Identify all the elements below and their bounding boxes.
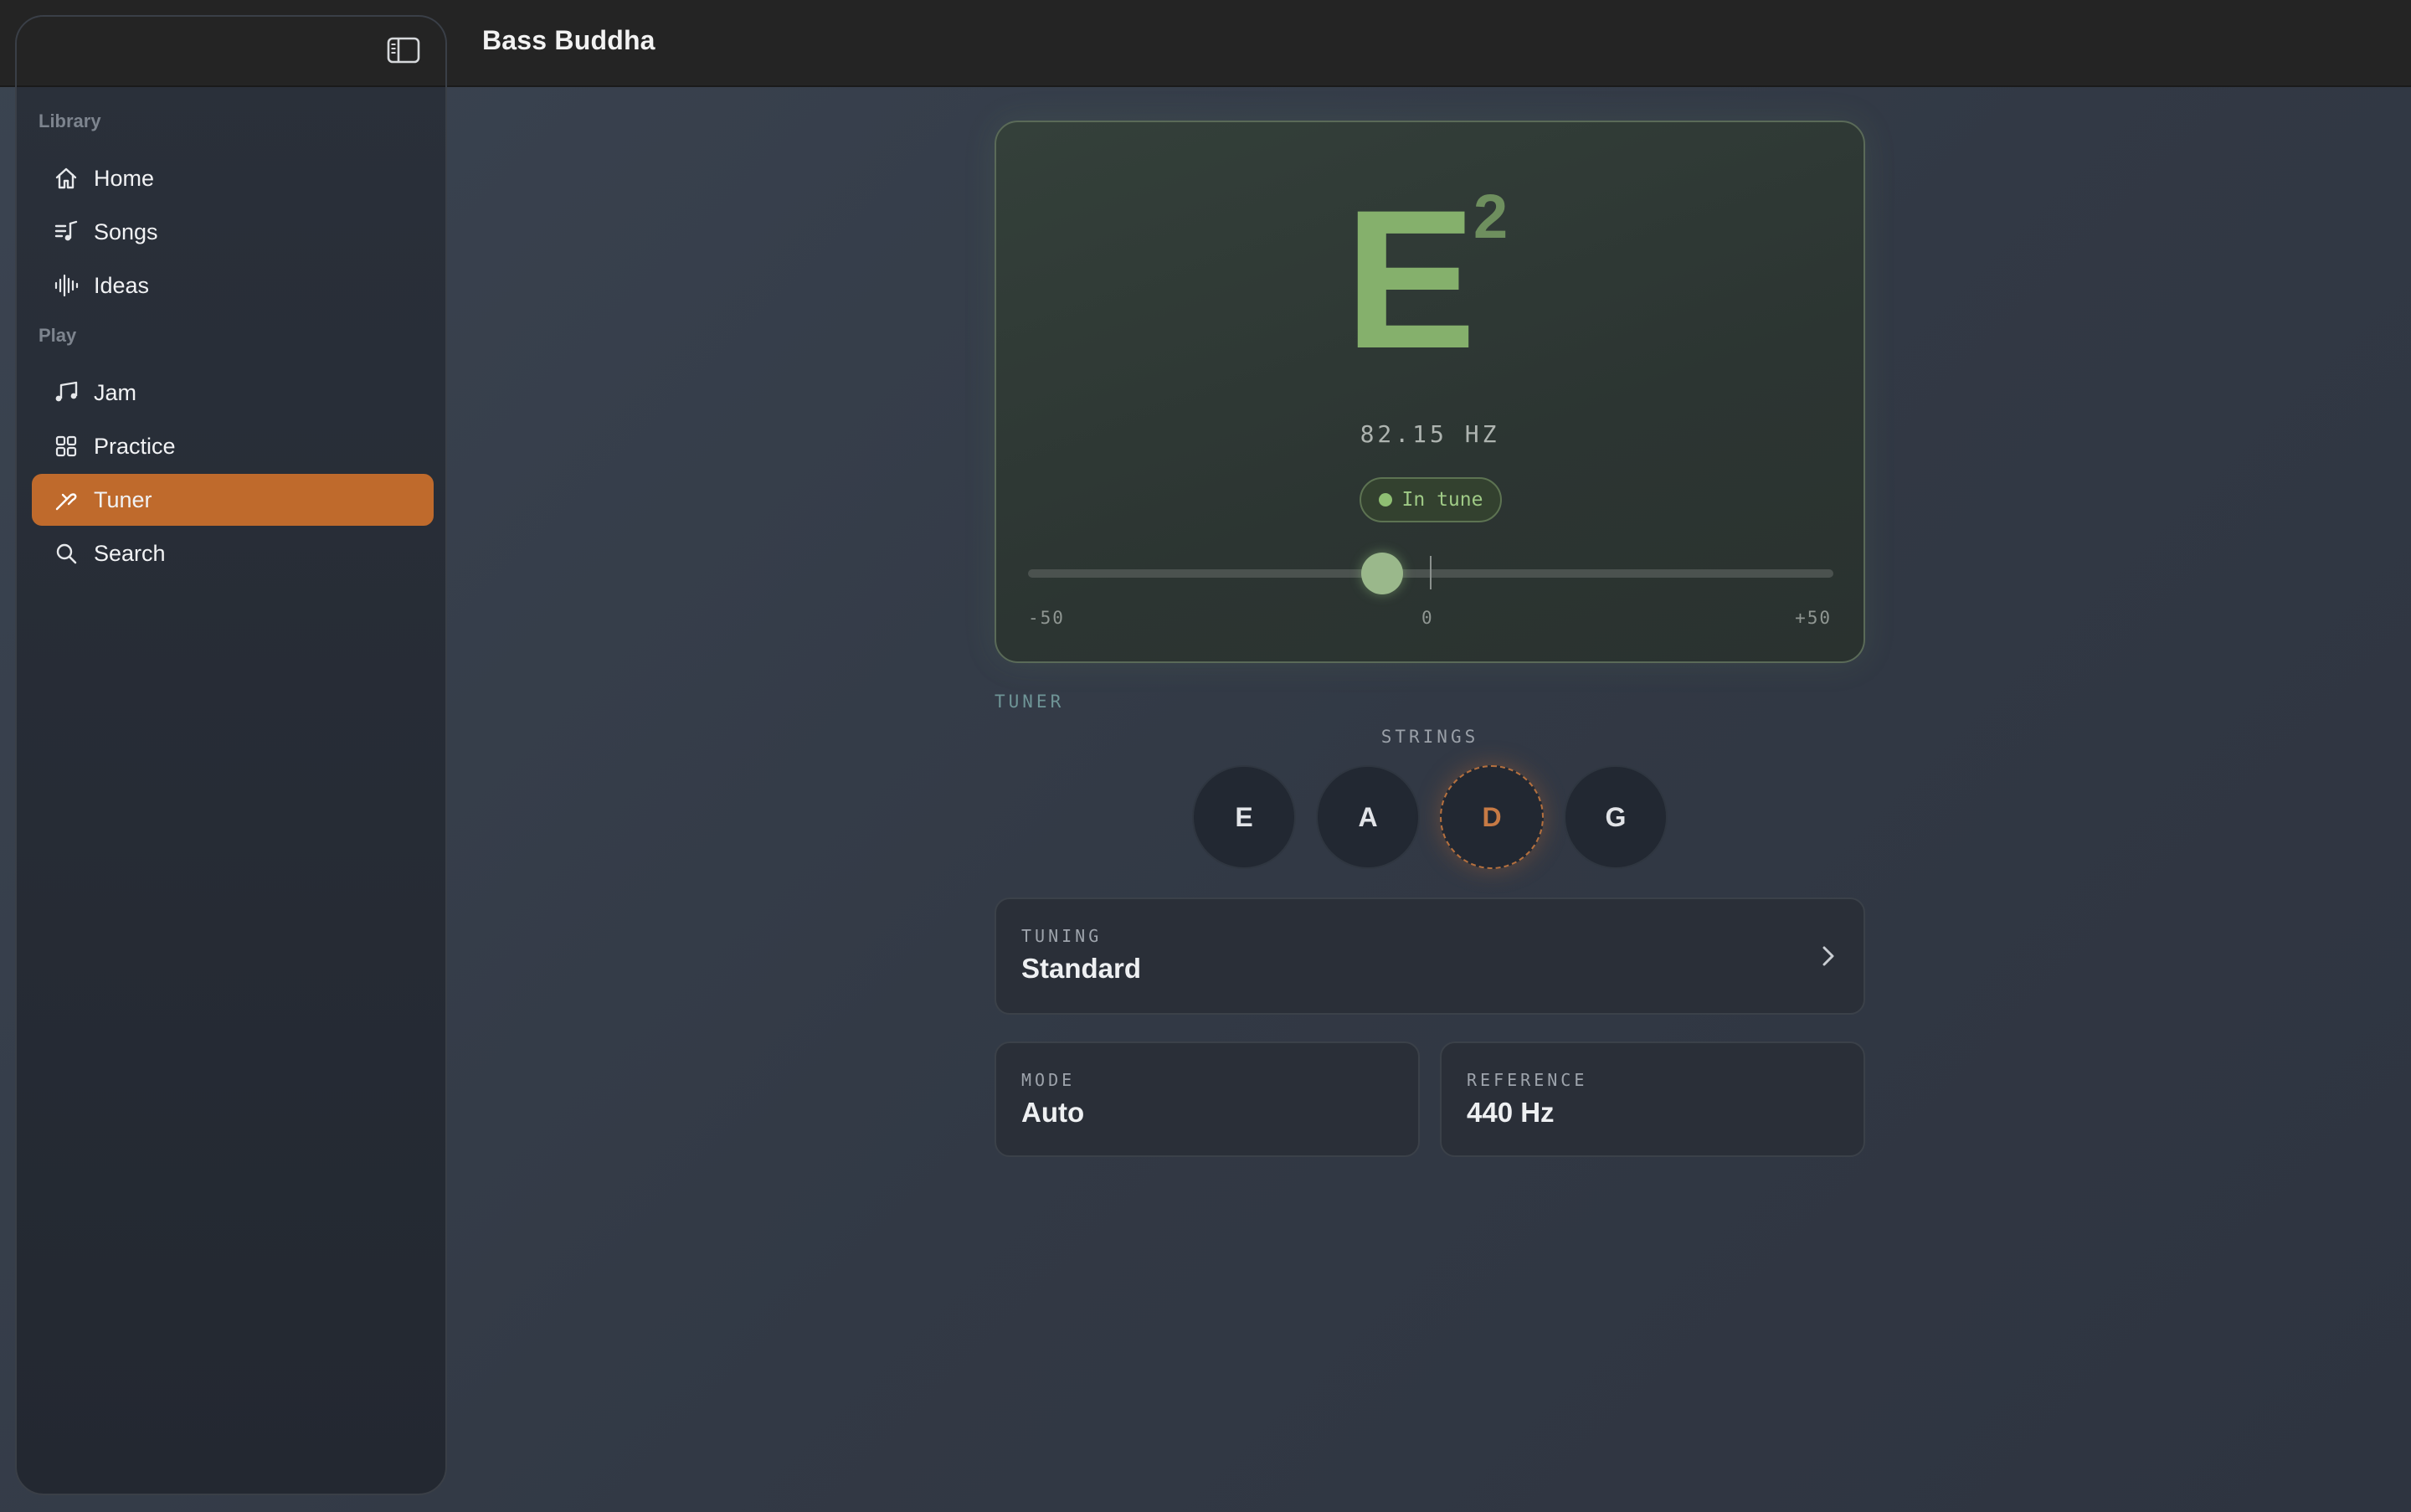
tuning-value: Standard <box>1021 953 1142 984</box>
sidebar-item-jam[interactable]: Jam <box>32 367 434 419</box>
section-label-play: Play <box>39 325 77 346</box>
detected-note: E <box>1344 169 1477 390</box>
sidebar-item-practice[interactable]: Practice <box>32 420 434 472</box>
strings-heading: STRINGS <box>1380 727 1479 747</box>
sidebar-item-label: Practice <box>94 433 176 459</box>
sidebar-item-home[interactable]: Home <box>32 152 434 204</box>
sidebar-item-label: Tuner <box>94 486 152 512</box>
tuner-display-card: E 2 82.15 HZ In tune -50 0 +50 <box>995 121 1865 663</box>
status-text: In tune <box>1401 489 1483 511</box>
string-button-e[interactable]: E <box>1192 765 1296 869</box>
music-notes-icon <box>52 378 80 407</box>
sidebar-item-label: Jam <box>94 379 137 405</box>
home-icon <box>52 164 80 193</box>
meter-min-label: -50 <box>1028 608 1065 628</box>
sidebar-toggle-button[interactable] <box>383 32 424 69</box>
string-button-g[interactable]: G <box>1564 765 1668 869</box>
sidebar-item-label: Home <box>94 165 155 191</box>
meter-max-label: +50 <box>1795 608 1832 628</box>
meter-center-mark <box>1430 556 1432 589</box>
sidebar-item-search[interactable]: Search <box>32 527 434 579</box>
detected-octave: 2 <box>1473 182 1509 251</box>
reference-label: REFERENCE <box>1467 1070 1588 1090</box>
frequency-readout: 82.15 HZ <box>1360 420 1500 448</box>
status-dot-icon <box>1378 493 1392 507</box>
tuner-section-heading: TUNER <box>995 692 1065 712</box>
tuning-selector[interactable]: TUNING Standard <box>995 897 1865 1015</box>
sidebar: Library Home Songs Ideas Play Jam Practi… <box>15 15 447 1495</box>
tuning-label: TUNING <box>1021 926 1103 946</box>
sidebar-item-label: Songs <box>94 219 158 244</box>
app-title: Bass Buddha <box>482 25 655 55</box>
meter-center-label: 0 <box>1421 608 1434 628</box>
sidebar-item-songs[interactable]: Songs <box>32 206 434 258</box>
mode-value: Auto <box>1021 1097 1085 1128</box>
sidebar-item-ideas[interactable]: Ideas <box>32 260 434 311</box>
status-badge: In tune <box>1360 477 1502 522</box>
string-button-d[interactable]: D <box>1440 765 1544 869</box>
sidebar-item-label: Ideas <box>94 272 150 298</box>
search-icon <box>52 539 80 568</box>
cents-meter <box>1028 553 1833 594</box>
sidebar-item-tuner[interactable]: Tuner <box>32 474 434 526</box>
tuning-fork-icon <box>52 486 80 514</box>
sidebar-header <box>17 17 445 87</box>
sidebar-item-label: Search <box>94 540 166 566</box>
section-label-library: Library <box>39 111 101 131</box>
sidebar-toggle-icon <box>387 37 420 64</box>
chevron-right-icon <box>1818 939 1838 973</box>
waveform-icon <box>52 271 80 300</box>
meter-indicator <box>1361 553 1404 594</box>
grid-icon <box>52 432 80 460</box>
reference-value: 440 Hz <box>1467 1097 1555 1128</box>
reference-selector[interactable]: REFERENCE 440 Hz <box>1440 1041 1865 1157</box>
mode-label: MODE <box>1021 1070 1076 1090</box>
mode-selector[interactable]: MODE Auto <box>995 1041 1420 1157</box>
string-button-a[interactable]: A <box>1316 765 1420 869</box>
music-list-icon <box>52 218 80 246</box>
